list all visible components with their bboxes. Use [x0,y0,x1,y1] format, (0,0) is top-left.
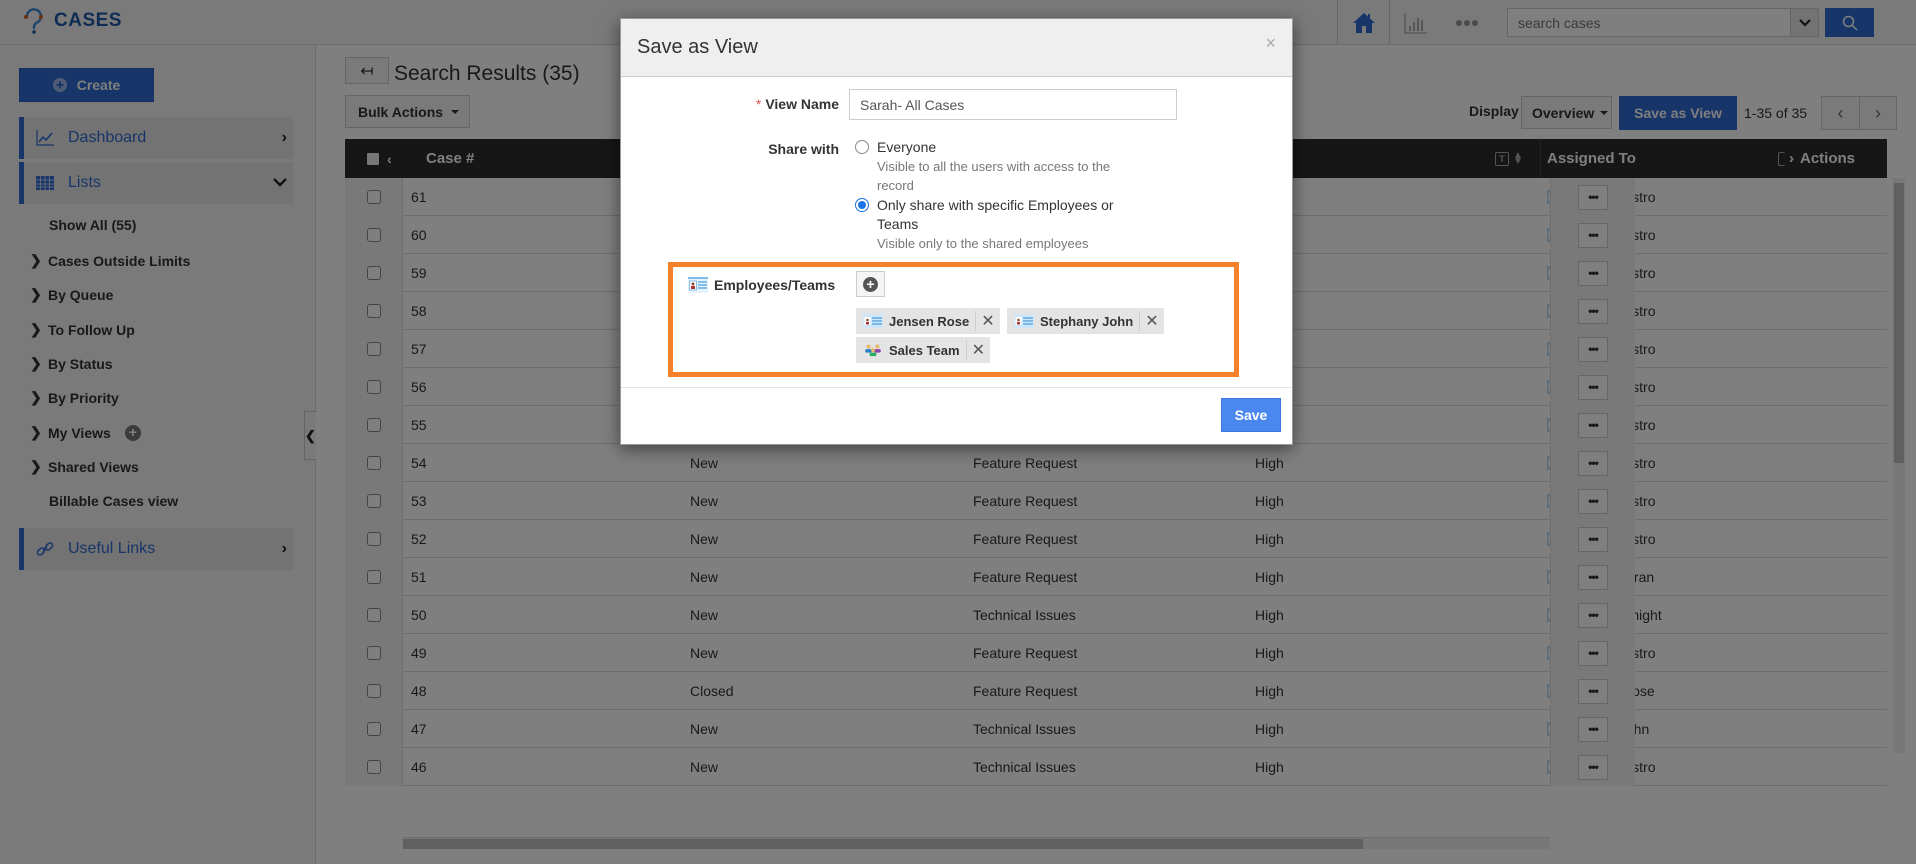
share-with-label: Share with [768,141,839,157]
save-button[interactable]: Save [1221,398,1281,432]
share-option-everyone[interactable]: Everyone Visible to all the users with a… [855,138,1117,195]
remove-chip-icon[interactable]: ✕ [965,340,990,360]
dialog-title: Save as View [637,36,758,58]
required-marker: * [755,96,762,112]
chip-label: Stephany John [1040,313,1134,329]
remove-chip-icon[interactable]: ✕ [1139,311,1163,331]
option-help: Visible to all the users with access to … [877,159,1111,193]
share-chip-stephany-john: Stephany John ✕ [1007,308,1164,334]
dialog-footer-divider [621,387,1292,388]
employee-card-icon [1014,314,1034,328]
chip-label: Sales Team [889,342,960,358]
employees-teams-label: Employees/Teams [688,277,835,293]
close-icon[interactable]: × [1265,33,1276,54]
dialog-header: Save as View × [621,19,1292,77]
employees-teams-section: Employees/Teams + Jensen Rose ✕ Stephany… [668,262,1239,377]
plus-circle-icon: + [863,276,878,292]
employee-card-icon [863,314,883,328]
view-name-label-text: View Name [765,96,839,112]
save-as-view-dialog: Save as View × *View Name Share with Eve… [620,18,1293,445]
share-option-specific[interactable]: Only share with specific Employees or Te… [855,196,1117,253]
add-employee-button[interactable]: + [856,271,885,297]
chip-label: Jensen Rose [889,313,970,329]
radio-everyone[interactable] [855,140,869,154]
share-chip-jensen-rose: Jensen Rose ✕ [856,308,1000,334]
view-name-input[interactable] [849,89,1177,120]
employee-card-icon [688,277,708,293]
employees-teams-text: Employees/Teams [714,277,836,293]
team-icon [865,344,881,357]
radio-specific-employees[interactable] [855,198,869,212]
remove-chip-icon[interactable]: ✕ [975,311,999,331]
share-chip-sales-team: Sales Team ✕ [856,337,990,363]
view-name-label: * View Name [741,96,839,112]
option-help: Visible only to the shared employees [877,236,1089,251]
option-label: Everyone [877,139,937,155]
option-label: Only share with specific Employees or Te… [877,197,1114,232]
